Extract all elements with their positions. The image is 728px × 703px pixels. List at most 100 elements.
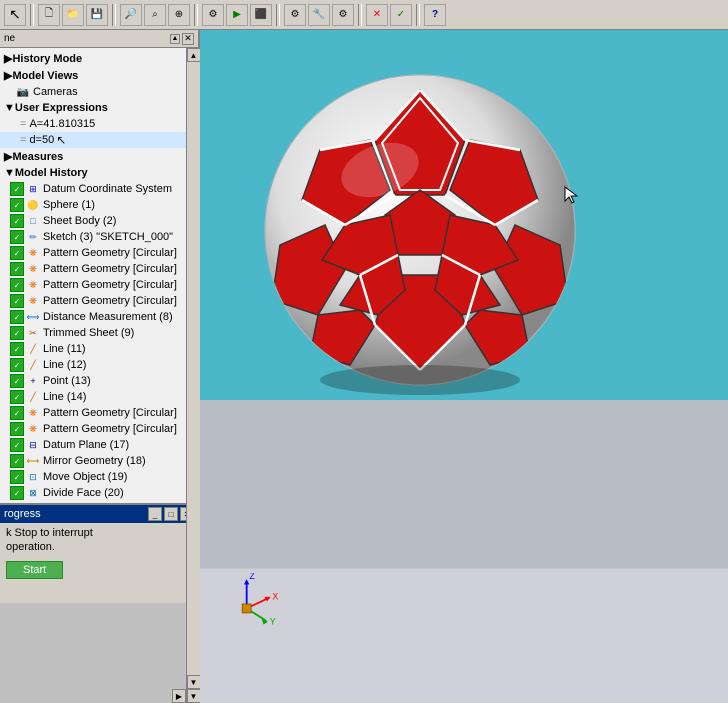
panel-expand-right-btn[interactable]: ▶ <box>172 689 186 703</box>
label-line-12: Line (12) <box>43 359 86 371</box>
history-mode-item[interactable]: ▶ History Mode <box>0 50 198 67</box>
progress-body: k Stop to interrupt operation. Start <box>0 523 198 583</box>
tree-item-distance[interactable]: ✓ ⟺ Distance Measurement (8) <box>0 309 198 325</box>
left-panel-wrapper: ne ▲ ✕ ▶ History Mode ▶ Model Views <box>0 30 200 703</box>
tree-item-sheet-body[interactable]: ✓ □ Sheet Body (2) <box>0 213 198 229</box>
tree-item-datum-coord[interactable]: ✓ ⊞ Datum Coordinate System <box>0 181 198 197</box>
scroll-up-btn[interactable]: ▲ <box>187 48 201 62</box>
model-views-label: Model Views <box>12 70 78 82</box>
icon-datum-plane: ⊟ <box>26 438 40 452</box>
icon-mirror: ⟷ <box>26 454 40 468</box>
progress-panel: rogress _ □ ✕ k Stop to interrupt operat… <box>0 503 198 603</box>
label-sphere: Sphere (1) <box>43 199 95 211</box>
measures-item[interactable]: ▶ Measures <box>0 148 198 165</box>
label-mirror: Mirror Geometry (18) <box>43 455 146 467</box>
tree-item-pattern-2[interactable]: ✓ ❋ Pattern Geometry [Circular] <box>0 261 198 277</box>
icon-sphere: 🟡 <box>26 198 40 212</box>
label-move: Move Object (19) <box>43 471 127 483</box>
cameras-item[interactable]: 📷 Cameras <box>0 84 198 100</box>
tree-item-pattern-5[interactable]: ✓ ❋ Pattern Geometry [Circular] <box>0 405 198 421</box>
label-datum-plane: Datum Plane (17) <box>43 439 129 451</box>
tree-item-pattern-1[interactable]: ✓ ❋ Pattern Geometry [Circular] <box>0 245 198 261</box>
panel-up-btn[interactable]: ▲ <box>170 34 180 44</box>
tree-item-divide[interactable]: ✓ ⊠ Divide Face (20) <box>0 485 198 501</box>
check-line-12: ✓ <box>10 358 24 372</box>
label-pattern-1: Pattern Geometry [Circular] <box>43 247 177 259</box>
progress-restore-btn[interactable]: □ <box>164 507 178 521</box>
history-mode-label: History Mode <box>12 53 82 65</box>
tree-area[interactable]: ▶ History Mode ▶ Model Views 📷 Cameras ▼… <box>0 48 198 503</box>
toolbar-btn-settings[interactable]: ⚙ <box>284 4 306 26</box>
scroll-down-btn-1[interactable]: ▼ <box>187 675 201 689</box>
tree-item-line-14[interactable]: ✓ ╱ Line (14) <box>0 389 198 405</box>
tree-item-pattern-4[interactable]: ✓ ❋ Pattern Geometry [Circular] <box>0 293 198 309</box>
check-sphere: ✓ <box>10 198 24 212</box>
tree-item-move[interactable]: ✓ ⊡ Move Object (19) <box>0 469 198 485</box>
user-expressions-item[interactable]: ▼ User Expressions <box>0 100 198 116</box>
model-history-item[interactable]: ▼ Model History <box>0 165 198 181</box>
toolbar-btn-arrow[interactable]: ↖ <box>4 4 26 26</box>
check-pattern-2: ✓ <box>10 262 24 276</box>
check-mirror: ✓ <box>10 454 24 468</box>
toolbar-btn-stop[interactable]: ⬛ <box>250 4 272 26</box>
progress-minimize-btn[interactable]: _ <box>148 507 162 521</box>
tree-item-trimmed-sheet[interactable]: ✓ ✂ Trimmed Sheet (9) <box>0 325 198 341</box>
model-views-item[interactable]: ▶ Model Views <box>0 67 198 84</box>
check-sheet-body: ✓ <box>10 214 24 228</box>
tree-item-sphere[interactable]: ✓ 🟡 Sphere (1) <box>0 197 198 213</box>
icon-pattern-1: ❋ <box>26 246 40 260</box>
tree-item-datum-plane[interactable]: ✓ ⊟ Datum Plane (17) <box>0 437 198 453</box>
check-point-13: ✓ <box>10 374 24 388</box>
toolbar-btn-zoom1[interactable]: 🔎 <box>120 4 142 26</box>
toolbar-btn-help[interactable]: ? <box>424 4 446 26</box>
toolbar: ↖ 🗋 📁 💾 🔎 ⌕ ⊕ ⚙ ▶ ⬛ ⚙ 🔧 ⚙ ✕ ✓ ? <box>0 0 728 30</box>
progress-start-button[interactable]: Start <box>6 561 63 579</box>
icon-line-11: ╱ <box>26 342 40 356</box>
toolbar-btn-save[interactable]: 💾 <box>86 4 108 26</box>
toolbar-btn-zoom2[interactable]: ⌕ <box>144 4 166 26</box>
check-pattern-5: ✓ <box>10 406 24 420</box>
toolbar-btn-gear[interactable]: ⚙ <box>202 4 224 26</box>
tree-item-point-13[interactable]: ✓ + Point (13) <box>0 373 198 389</box>
check-pattern-3: ✓ <box>10 278 24 292</box>
check-line-14: ✓ <box>10 390 24 404</box>
toolbar-btn-open[interactable]: 📁 <box>62 4 84 26</box>
panel-close-btn[interactable]: ✕ <box>182 33 194 45</box>
expr-1-item[interactable]: = A=41.810315 <box>0 116 198 132</box>
tree-item-line-12[interactable]: ✓ ╱ Line (12) <box>0 357 198 373</box>
toolbar-btn-check[interactable]: ✓ <box>390 4 412 26</box>
toolbar-btn-new[interactable]: 🗋 <box>38 4 60 26</box>
measures-arrow: ▶ <box>4 150 12 163</box>
check-divide: ✓ <box>10 486 24 500</box>
cameras-icon: 📷 <box>16 85 30 99</box>
user-expressions-label: User Expressions <box>15 102 108 114</box>
model-history-arrow: ▼ <box>4 167 15 179</box>
label-pattern-3: Pattern Geometry [Circular] <box>43 279 177 291</box>
cameras-label: Cameras <box>33 86 78 98</box>
toolbar-btn-run[interactable]: ▶ <box>226 4 248 26</box>
tree-item-pattern-6[interactable]: ✓ ❋ Pattern Geometry [Circular] <box>0 421 198 437</box>
tree-item-mirror[interactable]: ✓ ⟷ Mirror Geometry (18) <box>0 453 198 469</box>
toolbar-btn-zoom3[interactable]: ⊕ <box>168 4 190 26</box>
toolbar-btn-x[interactable]: ✕ <box>366 4 388 26</box>
scroll-down-btn-2[interactable]: ▼ <box>187 689 201 703</box>
coordinate-axes: Z X Y <box>220 573 300 643</box>
check-datum-plane: ✓ <box>10 438 24 452</box>
tree-item-sketch[interactable]: ✓ ✏ Sketch (3) "SKETCH_000" <box>0 229 198 245</box>
progress-line2: operation. <box>6 541 192 553</box>
main-layout: ne ▲ ✕ ▶ History Mode ▶ Model Views <box>0 30 728 703</box>
tree-item-line-11[interactable]: ✓ ╱ Line (11) <box>0 341 198 357</box>
icon-distance: ⟺ <box>26 310 40 324</box>
model-views-arrow: ▶ <box>4 69 12 82</box>
toolbar-btn-settings2[interactable]: 🔧 <box>308 4 330 26</box>
cursor-icon: ↖ <box>56 133 66 147</box>
progress-header: rogress _ □ ✕ <box>0 505 198 523</box>
viewport[interactable]: Z X Y <box>200 30 728 703</box>
panel-header: ne ▲ ✕ <box>0 30 198 48</box>
expr-2-item[interactable]: = d=50 ↖ <box>0 132 198 148</box>
toolbar-separator-5 <box>358 4 362 26</box>
toolbar-btn-settings3[interactable]: ⚙ <box>332 4 354 26</box>
tree-item-pattern-3[interactable]: ✓ ❋ Pattern Geometry [Circular] <box>0 277 198 293</box>
toolbar-separator-2 <box>112 4 116 26</box>
check-move: ✓ <box>10 470 24 484</box>
